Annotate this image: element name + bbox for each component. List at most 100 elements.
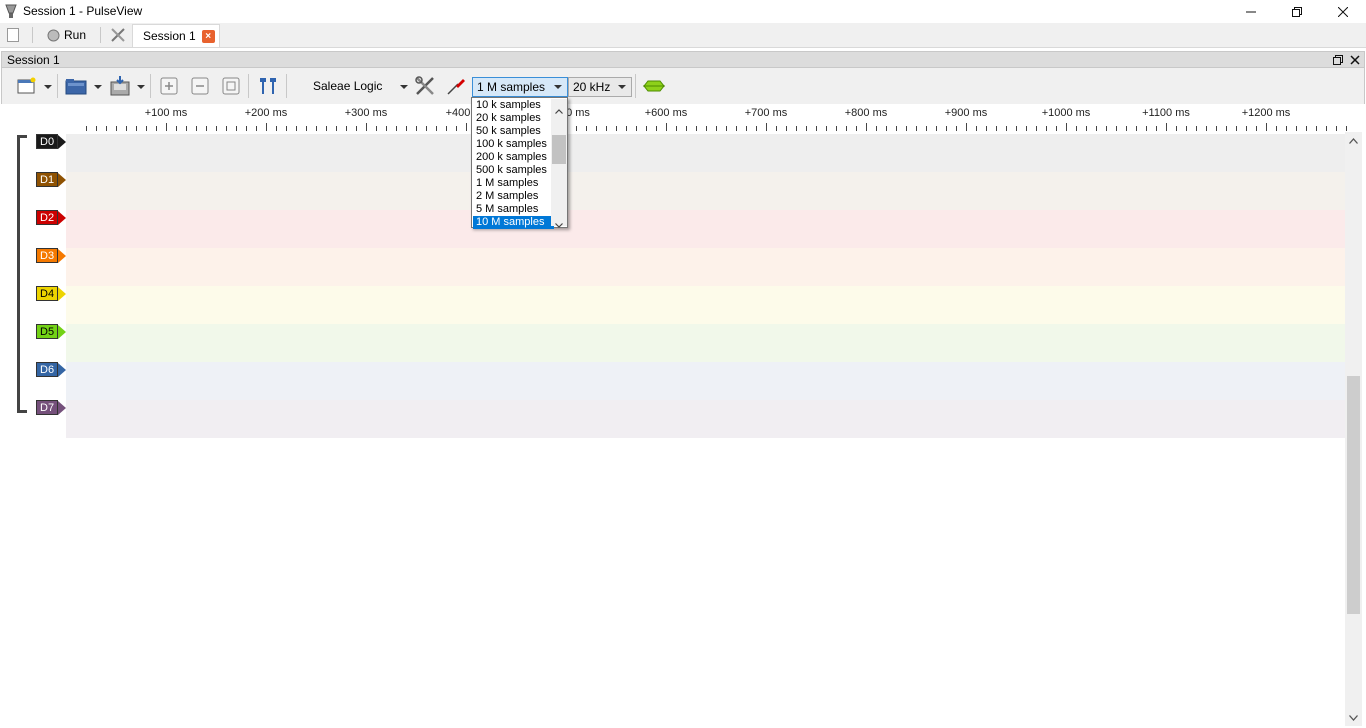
ruler-tick (1106, 126, 1107, 131)
zoom-fit-icon (222, 77, 240, 95)
ruler-tick (1186, 126, 1187, 131)
ruler-tick (296, 126, 297, 131)
window-title: Session 1 - PulseView (23, 4, 143, 18)
ruler-tick (676, 126, 677, 131)
ruler-tick (96, 126, 97, 131)
ruler-tick (106, 126, 107, 131)
ruler-tick (586, 126, 587, 131)
ruler-tick (1306, 126, 1307, 131)
zoom-in-button[interactable] (157, 74, 181, 98)
save-dropdown-icon[interactable] (137, 85, 145, 89)
title-bar: Session 1 - PulseView (0, 0, 1366, 23)
scrollbar-thumb[interactable] (1347, 376, 1360, 614)
vertical-scrollbar[interactable] (1345, 132, 1362, 726)
ruler-tick (1136, 126, 1137, 131)
channel-label-d3[interactable]: D3 (36, 248, 67, 263)
close-button[interactable] (1320, 0, 1366, 23)
ruler-tick (866, 123, 867, 131)
channel-label-d1[interactable]: D1 (36, 172, 67, 187)
ruler-tick (1346, 126, 1347, 131)
dropdown-scrollbar[interactable] (551, 99, 567, 228)
open-dropdown-icon[interactable] (94, 85, 102, 89)
ruler-tick (396, 126, 397, 131)
device-dropdown-icon[interactable] (400, 85, 408, 89)
device-config-button[interactable] (413, 74, 437, 98)
cursor-button[interactable] (256, 74, 280, 98)
dropdown-scroll-up-icon[interactable] (555, 103, 563, 117)
channel-label-d7[interactable]: D7 (36, 400, 67, 415)
save-button[interactable] (108, 74, 132, 98)
channel-lane (66, 324, 1345, 362)
dock-title: Session 1 (7, 53, 60, 67)
open-button[interactable] (64, 74, 88, 98)
scroll-up-icon[interactable] (1345, 132, 1362, 149)
sample-count-option[interactable]: 5 M samples (473, 203, 554, 216)
channel-label-d6[interactable]: D6 (36, 362, 67, 377)
ruler-tick (1176, 126, 1177, 131)
zoom-fit-button[interactable] (219, 74, 243, 98)
channel-label-d5[interactable]: D5 (36, 324, 67, 339)
sample-count-option[interactable]: 200 k samples (473, 151, 554, 164)
ruler-tick (646, 126, 647, 131)
ruler-tick (1116, 126, 1117, 131)
ruler-tick (816, 126, 817, 131)
channel-label-d0[interactable]: D0 (36, 134, 67, 149)
channel-marker-icon (58, 362, 67, 377)
sample-count-dropdown-icon (554, 85, 562, 89)
ruler-tick (686, 126, 687, 131)
channel-name: D3 (36, 248, 59, 263)
settings-button[interactable] (110, 23, 126, 47)
channel-label-d2[interactable]: D2 (36, 210, 67, 225)
sample-count-dropdown-list[interactable]: 10 k samples 20 k samples 50 k samples 100 … (471, 97, 568, 229)
ruler-tick (696, 126, 697, 131)
sample-rate-combo[interactable]: 20 kHz (568, 77, 632, 97)
float-dock-icon[interactable] (1333, 55, 1343, 65)
ruler-tick (776, 126, 777, 131)
new-view-dropdown-icon[interactable] (44, 85, 52, 89)
ruler-tick (176, 126, 177, 131)
sample-count-option[interactable]: 1 M samples (473, 177, 554, 190)
ruler-tick (406, 126, 407, 131)
ruler-tick (1036, 126, 1037, 131)
tab-session-1[interactable]: Session 1 × (132, 24, 220, 47)
new-session-button[interactable] (7, 23, 19, 47)
add-decoder-button[interactable] (642, 74, 666, 98)
ruler-tick (86, 126, 87, 131)
minimize-button[interactable] (1228, 0, 1274, 23)
sample-count-option[interactable]: 500 k samples (473, 164, 554, 177)
channel-label-d4[interactable]: D4 (36, 286, 67, 301)
run-button[interactable]: Run (47, 23, 86, 47)
zoom-out-button[interactable] (188, 74, 212, 98)
scroll-down-icon[interactable] (1345, 709, 1362, 726)
sample-count-option[interactable]: 20 k samples (473, 112, 554, 125)
restore-icon (1292, 6, 1302, 17)
dropdown-scroll-down-icon[interactable] (555, 217, 563, 231)
close-tab-icon[interactable]: × (201, 29, 215, 43)
channel-marker-icon (58, 134, 67, 149)
close-dock-icon[interactable] (1350, 55, 1360, 65)
device-label[interactable]: Saleae Logic (313, 79, 382, 93)
probe-config-button[interactable] (444, 74, 468, 98)
separator (100, 27, 101, 43)
session-toolbar: Saleae Logic 1 M samples 20 kHz (1, 68, 1365, 104)
ruler-tick (1326, 126, 1327, 131)
ruler-tick (166, 123, 167, 131)
sample-count-option[interactable]: 100 k samples (473, 138, 554, 151)
sample-rate-value: 20 kHz (573, 80, 611, 94)
sample-count-option[interactable]: 10 M samples (473, 216, 554, 229)
ruler-tick (1286, 126, 1287, 131)
dropdown-scrollbar-thumb[interactable] (552, 135, 566, 164)
ruler-label: +600 ms (644, 107, 688, 119)
ruler-label: +800 ms (844, 107, 888, 119)
sample-count-option[interactable]: 2 M samples (473, 190, 554, 203)
sample-count-option[interactable]: 10 k samples (473, 99, 554, 112)
ruler-tick (216, 126, 217, 131)
restore-button[interactable] (1274, 0, 1320, 23)
ruler-tick (1056, 126, 1057, 131)
sample-count-option[interactable]: 50 k samples (473, 125, 554, 138)
ruler-tick (196, 126, 197, 131)
new-view-button[interactable] (15, 74, 39, 98)
ruler-tick (456, 126, 457, 131)
sample-count-combo[interactable]: 1 M samples (472, 77, 568, 97)
time-ruler[interactable]: +100 ms +200 ms +300 ms +400 0 ms +600 m… (66, 104, 1356, 132)
